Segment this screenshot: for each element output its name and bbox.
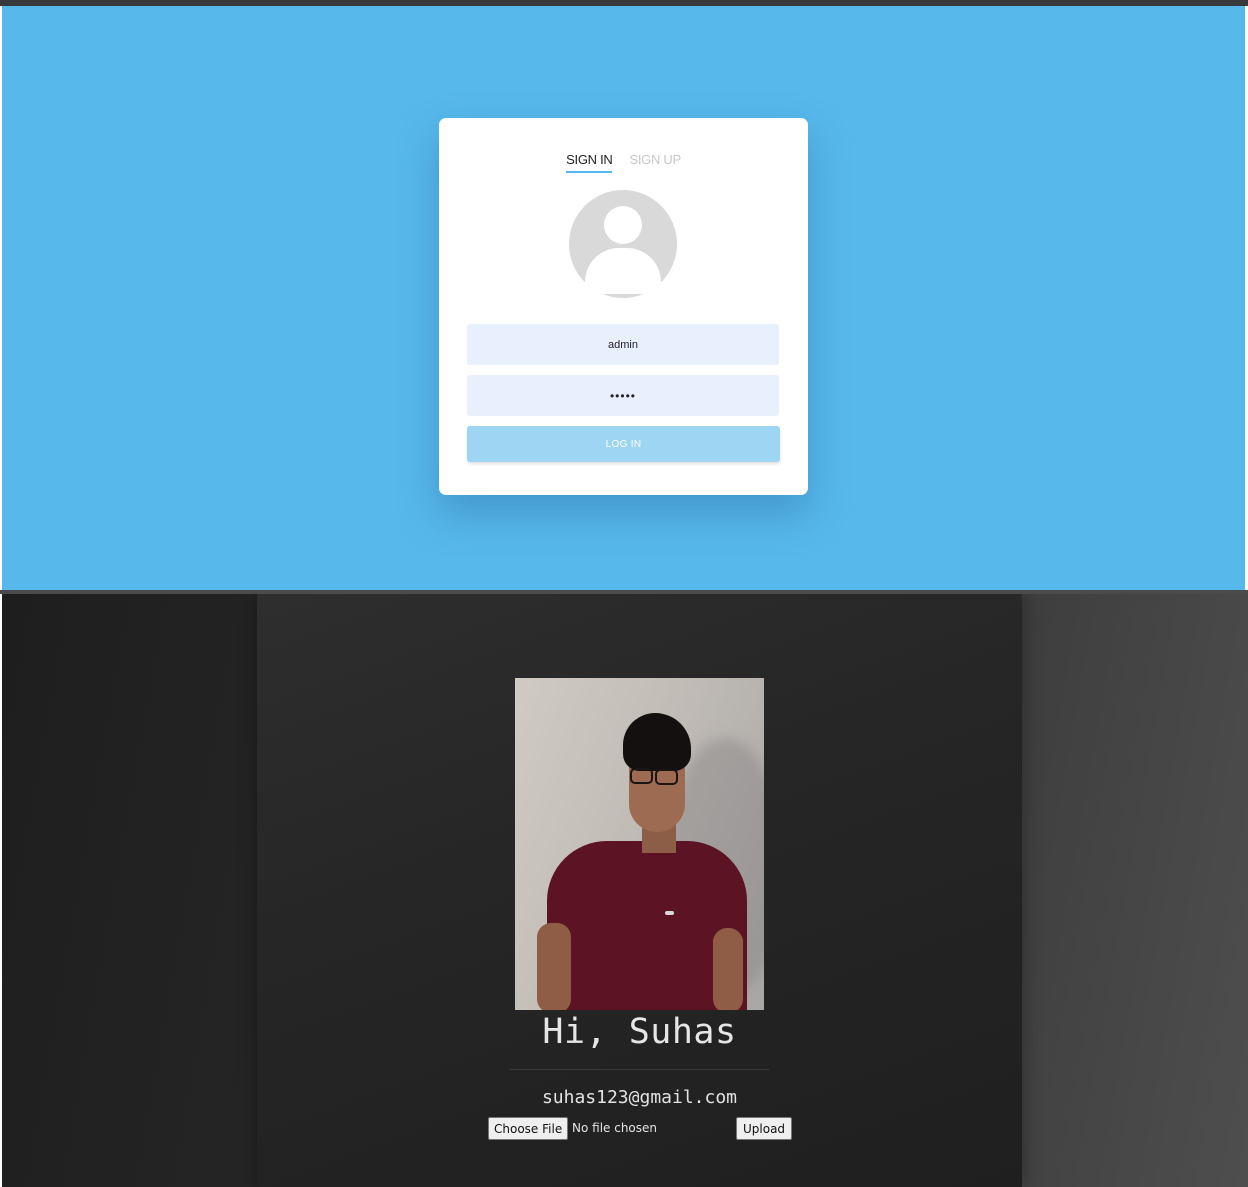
login-screen: SIGN IN SIGN UP LOG IN	[2, 6, 1245, 590]
photo-glasses-left	[630, 768, 653, 784]
tab-sign-in[interactable]: SIGN IN	[566, 152, 613, 173]
profile-panel: Hi, Suhas suhas123@gmail.com Choose File…	[257, 594, 1022, 1187]
greeting-rule	[509, 1069, 769, 1070]
photo-glasses-right	[655, 769, 678, 785]
avatar-body-shape	[585, 248, 661, 294]
profile-photo	[515, 678, 764, 1010]
user-avatar-icon	[569, 190, 677, 298]
upload-row: Choose File No file chosen Upload	[488, 1117, 793, 1141]
login-button[interactable]: LOG IN	[467, 426, 780, 462]
choose-file-button[interactable]: Choose File	[488, 1117, 569, 1140]
tab-sign-up[interactable]: SIGN UP	[629, 152, 681, 173]
photo-shirt-logo	[665, 911, 674, 915]
upload-button[interactable]: Upload	[736, 1117, 793, 1140]
password-input[interactable]	[467, 375, 779, 416]
avatar-head-shape	[604, 206, 642, 244]
greeting-heading: Hi, Suhas	[542, 1012, 737, 1052]
file-status-text: No file chosen	[572, 1121, 658, 1135]
photo-arm-left	[537, 923, 571, 1010]
photo-hair	[623, 713, 691, 771]
username-input[interactable]	[467, 324, 779, 365]
login-card: SIGN IN SIGN UP LOG IN	[439, 118, 808, 495]
profile-screen: Hi, Suhas suhas123@gmail.com Choose File…	[2, 594, 1248, 1187]
photo-arm-right	[713, 928, 743, 1010]
user-email: suhas123@gmail.com	[541, 1087, 738, 1108]
auth-tabs: SIGN IN SIGN UP	[439, 152, 808, 173]
